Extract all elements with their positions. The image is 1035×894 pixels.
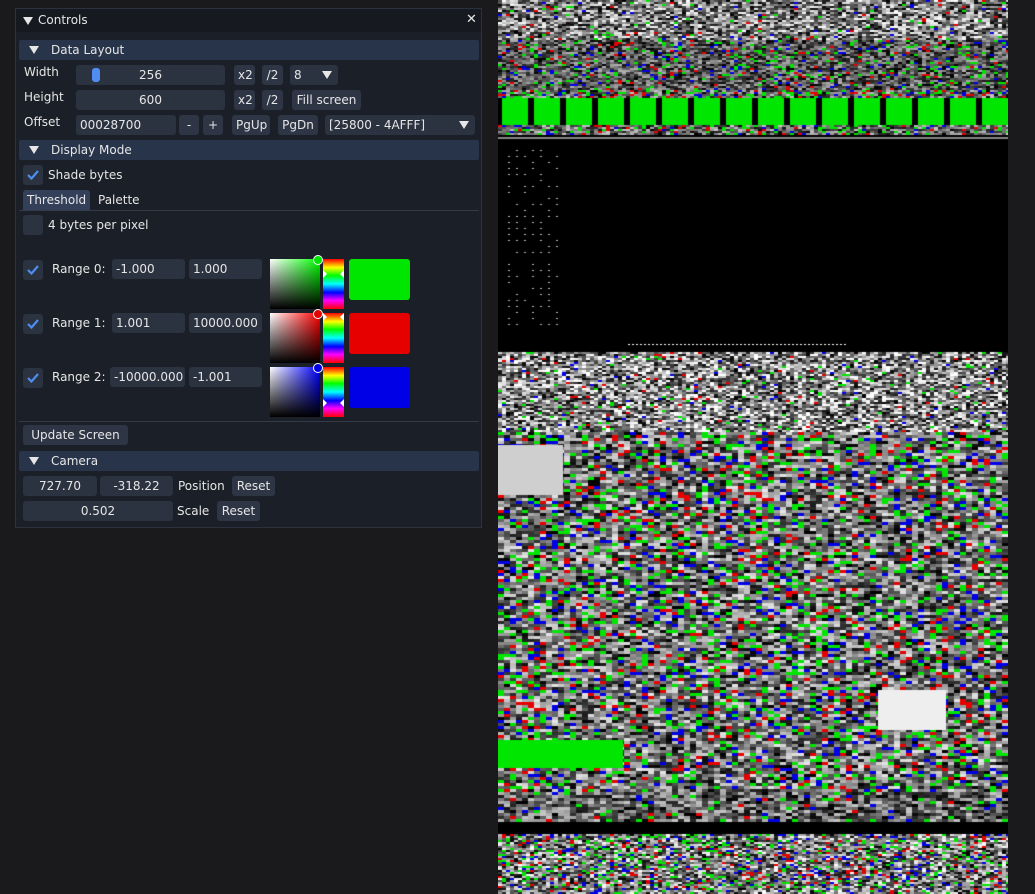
dropdown-arrow-icon[interactable]: [459, 121, 469, 129]
camera-y-field[interactable]: -318.22: [100, 476, 173, 496]
width-label: Width: [24, 65, 59, 79]
range-2-hue-slider[interactable]: [323, 367, 344, 417]
range-1-checkbox[interactable]: [23, 314, 43, 334]
width-div2-button[interactable]: /2: [262, 65, 283, 85]
range-0-saturation-value-picker[interactable]: [270, 259, 320, 309]
range-1-color-swatch[interactable]: [349, 313, 410, 354]
four-bytes-per-pixel-checkbox[interactable]: [23, 215, 43, 235]
range-0-color-swatch[interactable]: [349, 259, 410, 300]
scale-label: Scale: [177, 504, 210, 518]
camera-scale-field[interactable]: 0.502: [23, 501, 173, 521]
section-separator: [19, 421, 479, 422]
offset-label: Offset: [24, 115, 61, 129]
hue-marker-right: [340, 270, 344, 278]
range-0-hue-slider[interactable]: [323, 259, 344, 309]
chevron-down-icon: [29, 46, 39, 54]
pgdn-button[interactable]: PgDn: [278, 115, 318, 135]
width-x2-button[interactable]: x2: [234, 65, 255, 85]
checkmark-icon: [27, 170, 39, 181]
range-2-label: Range 2:: [52, 370, 106, 384]
hue-marker-right: [340, 399, 344, 407]
shade-bytes-checkbox[interactable]: [23, 165, 43, 185]
position-reset-button[interactable]: Reset: [232, 476, 275, 496]
checkmark-icon: [27, 319, 39, 330]
range-1-min-field[interactable]: 1.001: [112, 313, 185, 333]
update-screen-button[interactable]: Update Screen: [23, 425, 128, 445]
range-0-label: Range 0:: [52, 262, 106, 276]
height-label: Height: [24, 90, 64, 104]
range-0-max-field[interactable]: 1.000: [189, 259, 262, 279]
camera-x-field[interactable]: 727.70: [23, 476, 97, 496]
pgup-button[interactable]: PgUp: [232, 115, 270, 135]
width-slider[interactable]: 256: [76, 65, 225, 85]
width-step-combo[interactable]: 8: [290, 65, 338, 85]
section-title: Display Mode: [51, 143, 132, 157]
binary-visualization-canvas[interactable]: [498, 0, 1008, 894]
range-1-label: Range 1:: [52, 316, 106, 330]
chevron-down-icon: [29, 146, 39, 154]
width-step-value: 8: [294, 68, 302, 82]
window-title: Controls: [38, 13, 88, 27]
hue-marker-right: [340, 313, 344, 321]
window-titlebar[interactable]: Controls ✕: [16, 9, 481, 32]
range-1-saturation-value-picker[interactable]: [270, 313, 320, 363]
tab-palette[interactable]: Palette: [94, 190, 146, 210]
tab-bar-underline: [19, 210, 479, 211]
section-header-display-mode[interactable]: Display Mode: [19, 140, 479, 160]
position-label: Position: [178, 479, 225, 493]
color-picker-cursor[interactable]: [313, 309, 323, 319]
binary-visualization-view[interactable]: [498, 0, 1008, 894]
hue-marker-left: [323, 313, 327, 321]
range-2-checkbox[interactable]: [23, 368, 43, 388]
section-title: Data Layout: [51, 43, 125, 57]
tab-label: Palette: [98, 193, 140, 207]
offset-field[interactable]: 00028700: [76, 115, 176, 135]
slider-grab-handle[interactable]: [92, 68, 100, 82]
range-0-checkbox[interactable]: [23, 260, 43, 280]
checkmark-icon: [27, 373, 39, 384]
tab-threshold[interactable]: Threshold: [23, 190, 90, 210]
offset-minus-button[interactable]: -: [179, 115, 199, 135]
height-div2-button[interactable]: /2: [262, 90, 283, 110]
hue-marker-left: [323, 270, 327, 278]
range-2-color-swatch[interactable]: [349, 367, 410, 408]
collapse-window-icon[interactable]: [23, 17, 33, 25]
height-x2-button[interactable]: x2: [234, 90, 255, 110]
four-bytes-per-pixel-label: 4 bytes per pixel: [48, 218, 149, 232]
close-icon[interactable]: ✕: [466, 12, 477, 27]
tab-label: Threshold: [27, 193, 87, 207]
range-2-saturation-value-picker[interactable]: [270, 367, 320, 417]
range-2-max-field[interactable]: -1.001: [189, 367, 262, 387]
offset-range-value: [25800 - 4AFFF]: [329, 118, 426, 132]
offset-plus-button[interactable]: +: [203, 115, 223, 135]
range-1-max-field[interactable]: 10000.000: [189, 313, 262, 333]
section-header-camera[interactable]: Camera: [19, 451, 479, 471]
dropdown-arrow-icon[interactable]: [322, 71, 332, 79]
checkmark-icon: [27, 265, 39, 276]
fill-screen-button[interactable]: Fill screen: [292, 90, 361, 110]
height-field[interactable]: 600: [76, 90, 225, 110]
width-value: 256: [139, 68, 162, 82]
section-title: Camera: [51, 454, 99, 468]
scale-reset-button[interactable]: Reset: [217, 501, 260, 521]
shade-bytes-label: Shade bytes: [48, 168, 123, 182]
color-picker-cursor[interactable]: [313, 363, 323, 373]
chevron-down-icon: [29, 457, 39, 465]
range-0-min-field[interactable]: -1.000: [112, 259, 185, 279]
section-header-data-layout[interactable]: Data Layout: [19, 40, 479, 60]
controls-window: Controls ✕ Data Layout Width 256 x2 /2 8…: [15, 8, 482, 528]
color-picker-cursor[interactable]: [313, 255, 323, 265]
range-2-min-field[interactable]: -10000.000: [110, 367, 185, 387]
offset-range-combo[interactable]: [25800 - 4AFFF]: [325, 115, 475, 135]
hue-marker-left: [323, 399, 327, 407]
